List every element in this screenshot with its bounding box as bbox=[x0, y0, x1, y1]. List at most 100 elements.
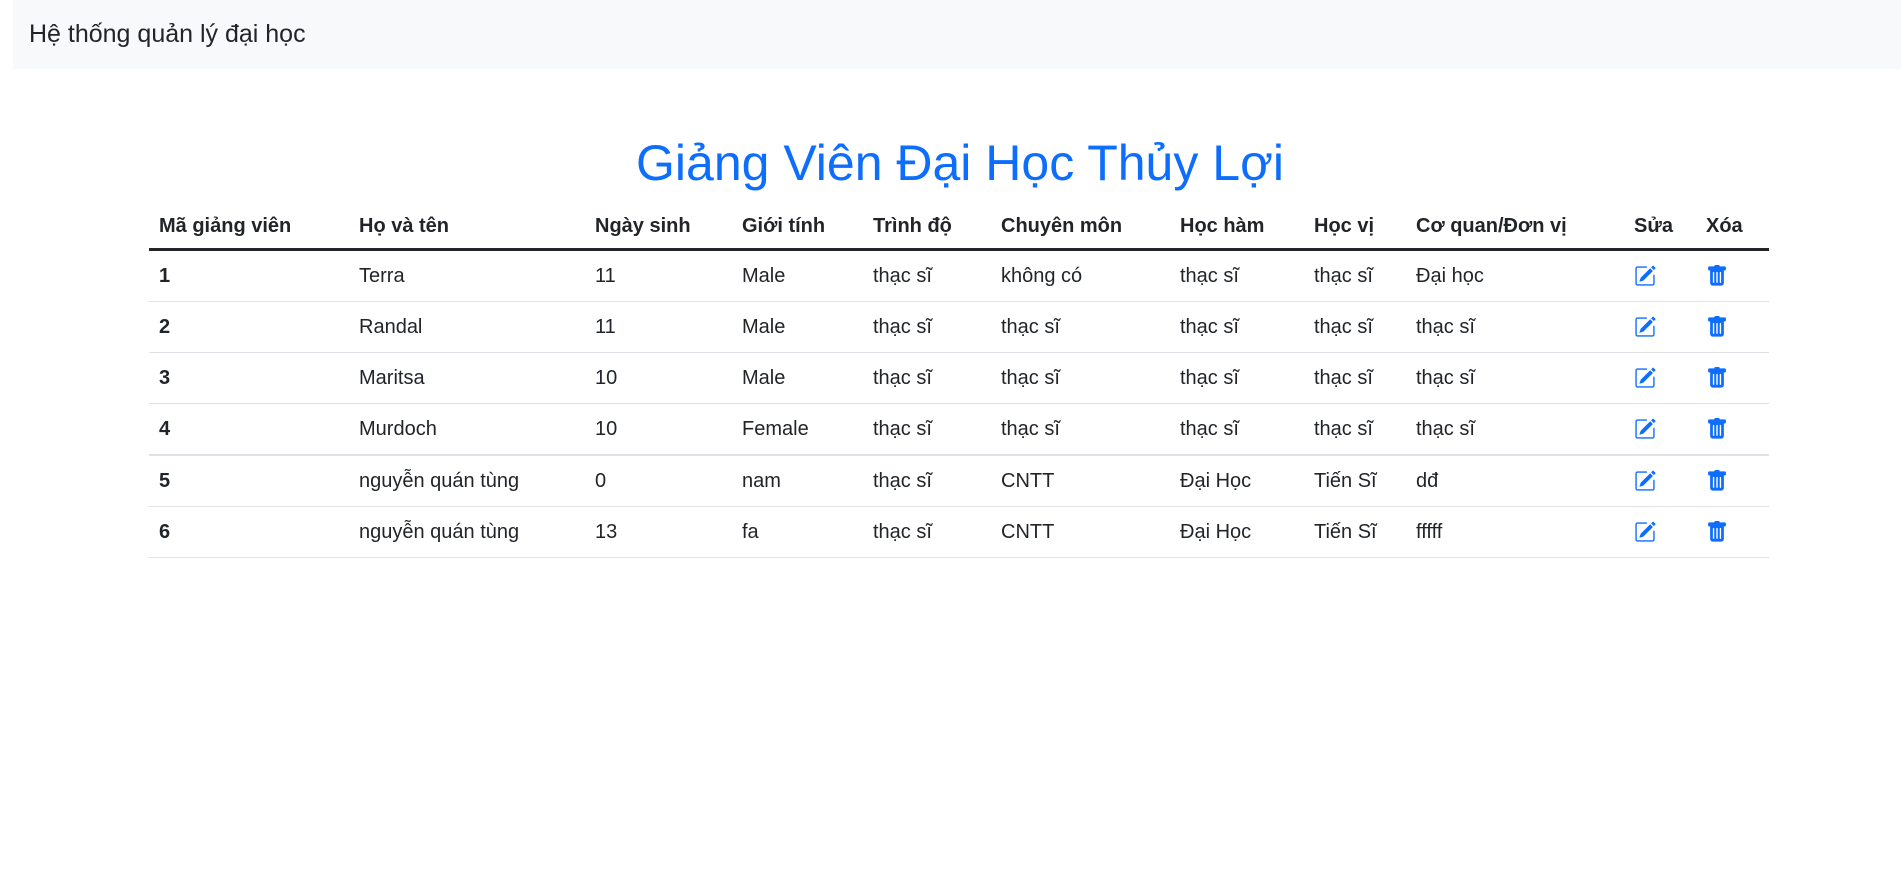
cell-unit: thạc sĩ bbox=[1406, 352, 1624, 404]
column-header-dob: Ngày sinh bbox=[585, 204, 732, 251]
cell-id: 4 bbox=[149, 403, 349, 456]
cell-id: 5 bbox=[149, 454, 349, 507]
cell-dob: 10 bbox=[585, 403, 732, 456]
cell-id: 2 bbox=[149, 301, 349, 353]
cell-delete bbox=[1696, 506, 1769, 558]
cell-rank: thạc sĩ bbox=[1170, 403, 1304, 456]
cell-dob: 13 bbox=[585, 506, 732, 558]
table-row: 4 Murdoch 10 Female thạc sĩ thạc sĩ thạc… bbox=[149, 403, 1769, 456]
column-header-level: Trình độ bbox=[863, 204, 991, 251]
lecturer-table: Mã giảng viên Họ và tên Ngày sinh Giới t… bbox=[149, 204, 1769, 558]
edit-icon[interactable] bbox=[1634, 418, 1656, 440]
cell-level: thạc sĩ bbox=[863, 454, 991, 507]
cell-level: thạc sĩ bbox=[863, 352, 991, 404]
table-row: 1 Terra 11 Male thạc sĩ không có thạc sĩ… bbox=[149, 249, 1769, 302]
cell-major: thạc sĩ bbox=[991, 352, 1170, 404]
edit-icon[interactable] bbox=[1634, 367, 1656, 389]
cell-edit bbox=[1624, 249, 1696, 302]
cell-dob: 11 bbox=[585, 249, 732, 302]
trash-icon[interactable] bbox=[1706, 265, 1728, 287]
cell-major: thạc sĩ bbox=[991, 301, 1170, 353]
column-header-degree: Học vị bbox=[1304, 204, 1406, 251]
cell-name: Terra bbox=[349, 249, 585, 302]
cell-level: thạc sĩ bbox=[863, 301, 991, 353]
cell-name: Randal bbox=[349, 301, 585, 353]
trash-icon[interactable] bbox=[1706, 418, 1728, 440]
cell-unit: thạc sĩ bbox=[1406, 301, 1624, 353]
cell-edit bbox=[1624, 403, 1696, 456]
cell-degree: thạc sĩ bbox=[1304, 249, 1406, 302]
cell-unit: dđ bbox=[1406, 454, 1624, 507]
column-header-unit: Cơ quan/Đơn vị bbox=[1406, 204, 1624, 251]
trash-icon[interactable] bbox=[1706, 470, 1728, 492]
cell-edit bbox=[1624, 506, 1696, 558]
table-header-row: Mã giảng viên Họ và tên Ngày sinh Giới t… bbox=[149, 204, 1769, 251]
cell-degree: thạc sĩ bbox=[1304, 301, 1406, 353]
cell-name: Maritsa bbox=[349, 352, 585, 404]
cell-rank: Đại Học bbox=[1170, 454, 1304, 507]
cell-delete bbox=[1696, 454, 1769, 507]
cell-rank: thạc sĩ bbox=[1170, 352, 1304, 404]
cell-major: CNTT bbox=[991, 454, 1170, 507]
cell-degree: thạc sĩ bbox=[1304, 352, 1406, 404]
edit-icon[interactable] bbox=[1634, 265, 1656, 287]
cell-delete bbox=[1696, 352, 1769, 404]
cell-level: thạc sĩ bbox=[863, 249, 991, 302]
column-header-delete: Xóa bbox=[1696, 204, 1769, 251]
cell-dob: 0 bbox=[585, 454, 732, 507]
page-title: Giảng Viên Đại Học Thủy Lợi bbox=[636, 135, 1284, 191]
column-header-rank: Học hàm bbox=[1170, 204, 1304, 251]
cell-dob: 11 bbox=[585, 301, 732, 353]
trash-icon[interactable] bbox=[1706, 367, 1728, 389]
cell-gender: Male bbox=[732, 301, 863, 353]
navbar-brand[interactable]: Hệ thống quản lý đại học bbox=[29, 20, 306, 49]
cell-rank: thạc sĩ bbox=[1170, 301, 1304, 353]
table-row: 2 Randal 11 Male thạc sĩ thạc sĩ thạc sĩ… bbox=[149, 301, 1769, 353]
cell-edit bbox=[1624, 454, 1696, 507]
cell-level: thạc sĩ bbox=[863, 506, 991, 558]
cell-id: 6 bbox=[149, 506, 349, 558]
cell-id: 3 bbox=[149, 352, 349, 404]
cell-major: không có bbox=[991, 249, 1170, 302]
cell-name: nguyễn quán tùng bbox=[349, 454, 585, 507]
column-header-edit: Sửa bbox=[1624, 204, 1696, 251]
cell-rank: Đại Học bbox=[1170, 506, 1304, 558]
cell-edit bbox=[1624, 301, 1696, 353]
cell-degree: Tiến Sĩ bbox=[1304, 454, 1406, 507]
cell-unit: thạc sĩ bbox=[1406, 403, 1624, 456]
trash-icon[interactable] bbox=[1706, 316, 1728, 338]
cell-rank: thạc sĩ bbox=[1170, 249, 1304, 302]
cell-unit: Đại học bbox=[1406, 249, 1624, 302]
table-body: 1 Terra 11 Male thạc sĩ không có thạc sĩ… bbox=[149, 249, 1769, 558]
column-header-gender: Giới tính bbox=[732, 204, 863, 251]
cell-unit: fffff bbox=[1406, 506, 1624, 558]
column-header-name: Họ và tên bbox=[349, 204, 585, 251]
cell-dob: 10 bbox=[585, 352, 732, 404]
cell-gender: nam bbox=[732, 454, 863, 507]
table-row: 5 nguyễn quán tùng 0 nam thạc sĩ CNTT Đạ… bbox=[149, 454, 1769, 507]
edit-icon[interactable] bbox=[1634, 470, 1656, 492]
cell-delete bbox=[1696, 403, 1769, 456]
cell-gender: fa bbox=[732, 506, 863, 558]
cell-edit bbox=[1624, 352, 1696, 404]
cell-gender: Female bbox=[732, 403, 863, 456]
table-row: 3 Maritsa 10 Male thạc sĩ thạc sĩ thạc s… bbox=[149, 352, 1769, 404]
column-header-id: Mã giảng viên bbox=[149, 204, 349, 251]
cell-delete bbox=[1696, 301, 1769, 353]
trash-icon[interactable] bbox=[1706, 521, 1728, 543]
cell-name: Murdoch bbox=[349, 403, 585, 456]
edit-icon[interactable] bbox=[1634, 316, 1656, 338]
cell-gender: Male bbox=[732, 249, 863, 302]
cell-major: CNTT bbox=[991, 506, 1170, 558]
cell-gender: Male bbox=[732, 352, 863, 404]
cell-id: 1 bbox=[149, 249, 349, 302]
cell-level: thạc sĩ bbox=[863, 403, 991, 456]
cell-delete bbox=[1696, 249, 1769, 302]
cell-degree: thạc sĩ bbox=[1304, 403, 1406, 456]
cell-major: thạc sĩ bbox=[991, 403, 1170, 456]
column-header-major: Chuyên môn bbox=[991, 204, 1170, 251]
cell-degree: Tiến Sĩ bbox=[1304, 506, 1406, 558]
edit-icon[interactable] bbox=[1634, 521, 1656, 543]
navbar: Hệ thống quản lý đại học bbox=[13, 0, 1901, 69]
table-row: 6 nguyễn quán tùng 13 fa thạc sĩ CNTT Đạ… bbox=[149, 506, 1769, 558]
